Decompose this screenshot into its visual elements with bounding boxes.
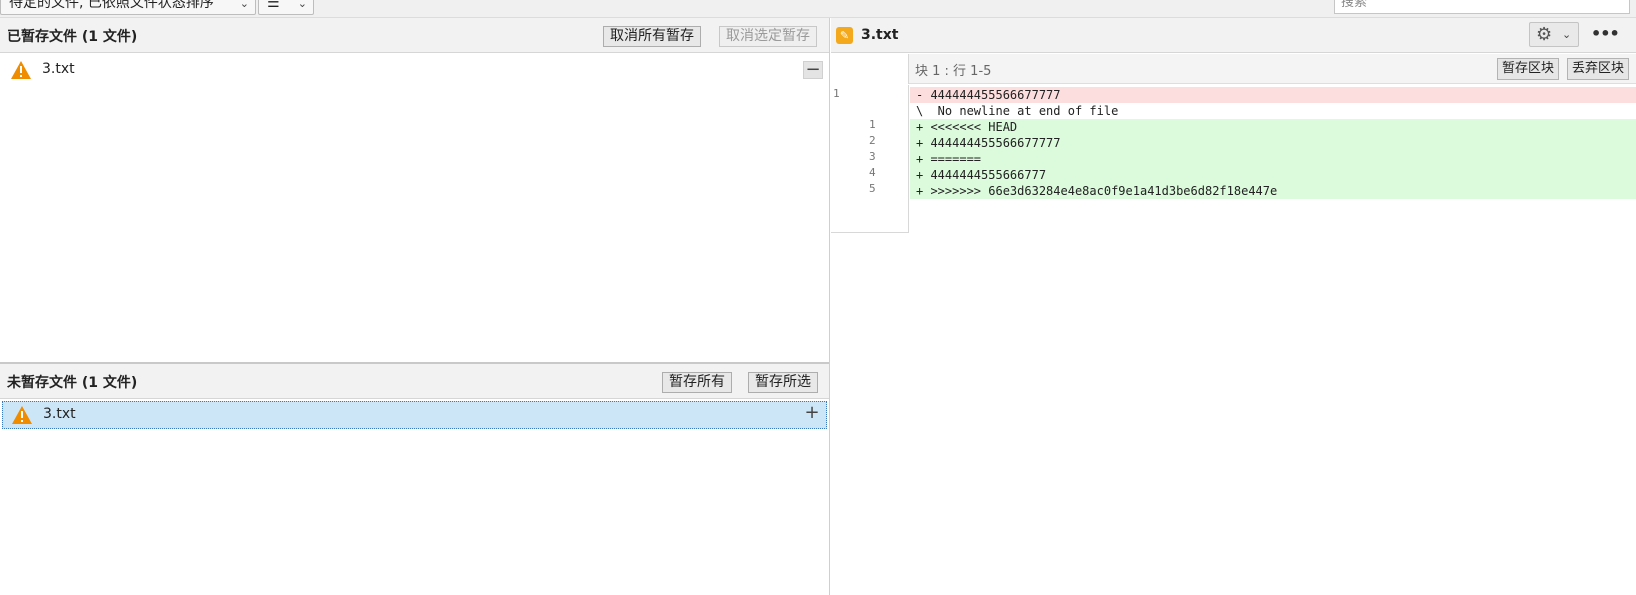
staged-file-row[interactable]: 3.txt − <box>0 56 829 84</box>
sort-mode-label: 待定的文件, 已依照文件状态排序 <box>9 0 214 11</box>
hunk-gutter <box>831 54 909 84</box>
staged-files-header: 已暂存文件 (1 文件) 取消所有暂存 取消选定暂存 <box>0 18 829 53</box>
new-line-number: 1 <box>869 118 876 131</box>
unstage-file-minus-icon[interactable]: − <box>803 61 823 79</box>
sort-mode-dropdown[interactable]: 待定的文件, 已依照文件状态排序 ⌄ <box>0 0 256 15</box>
stage-file-plus-icon[interactable]: + <box>802 404 822 423</box>
settings-dropdown-button[interactable]: ⚙ ⌄ <box>1529 22 1579 47</box>
gear-icon: ⚙ <box>1536 24 1553 45</box>
new-line-number: 4 <box>869 166 876 179</box>
top-toolbar: 待定的文件, 已依照文件状态排序 ⌄ ☰ ⌄ 搜索 <box>0 0 1636 18</box>
more-icon[interactable]: ••• <box>1591 24 1620 43</box>
staged-files-title: 已暂存文件 (1 文件) <box>7 29 138 45</box>
hunk-header: 块 1 : 行 1-5 暂存区块 丢弃区块 <box>831 54 1636 84</box>
chevron-down-icon: ⌄ <box>239 0 249 10</box>
chevron-down-icon: ⌄ <box>297 0 307 10</box>
deleted-line: - 444444455566677777 <box>910 87 1636 103</box>
edit-icon: ✎ <box>836 27 853 44</box>
search-placeholder: 搜索 <box>1341 0 1368 10</box>
stage-all-button[interactable]: 暂存所有 <box>662 372 732 393</box>
warning-icon <box>11 61 31 79</box>
new-line-number: 2 <box>869 134 876 147</box>
added-line: + <<<<<<< HEAD <box>910 119 1636 135</box>
chevron-down-icon: ⌄ <box>1562 28 1572 41</box>
unstaged-files-header: 未暂存文件 (1 文件) 暂存所有 暂存所选 <box>0 364 829 399</box>
unstage-all-button[interactable]: 取消所有暂存 <box>603 26 701 47</box>
warning-icon <box>12 406 32 424</box>
diff-header: ✎ 3.txt ⚙ ⌄ ••• <box>831 18 1636 53</box>
unstaged-file-name: 3.txt <box>43 406 76 422</box>
view-mode-dropdown[interactable]: ☰ ⌄ <box>258 0 314 15</box>
discard-hunk-button[interactable]: 丢弃区块 <box>1567 58 1630 80</box>
unstaged-file-row[interactable]: 3.txt + <box>2 401 827 429</box>
added-line: + ======= <box>910 151 1636 167</box>
unstage-selected-button[interactable]: 取消选定暂存 <box>719 26 817 47</box>
added-line: + 444444455566677777 <box>910 135 1636 151</box>
hunk-label: 块 1 : 行 1-5 <box>915 64 992 79</box>
context-line: \ No newline at end of file <box>910 103 1636 119</box>
new-line-number: 3 <box>869 150 876 163</box>
unstaged-files-title: 未暂存文件 (1 文件) <box>7 375 138 391</box>
search-input[interactable]: 搜索 <box>1334 0 1630 14</box>
staged-file-name: 3.txt <box>42 61 75 77</box>
diff-panel: ✎ 3.txt ⚙ ⌄ ••• 块 1 : 行 1-5 暂存区块 丢弃区块 1 … <box>831 18 1636 595</box>
stage-selected-button[interactable]: 暂存所选 <box>748 372 818 393</box>
file-list-panel: 已暂存文件 (1 文件) 取消所有暂存 取消选定暂存 3.txt − 未暂存文件… <box>0 18 830 595</box>
old-line-number: 1 <box>833 87 840 100</box>
added-line: + >>>>>>> 66e3d63284e4e8ac0f9e1a41d3be6d… <box>910 183 1636 199</box>
list-icon: ☰ <box>267 0 280 11</box>
added-line: + 4444444555666777 <box>910 167 1636 183</box>
diff-file-name: 3.txt <box>861 27 899 43</box>
stage-hunk-button[interactable]: 暂存区块 <box>1497 58 1560 80</box>
new-line-number: 5 <box>869 182 876 195</box>
